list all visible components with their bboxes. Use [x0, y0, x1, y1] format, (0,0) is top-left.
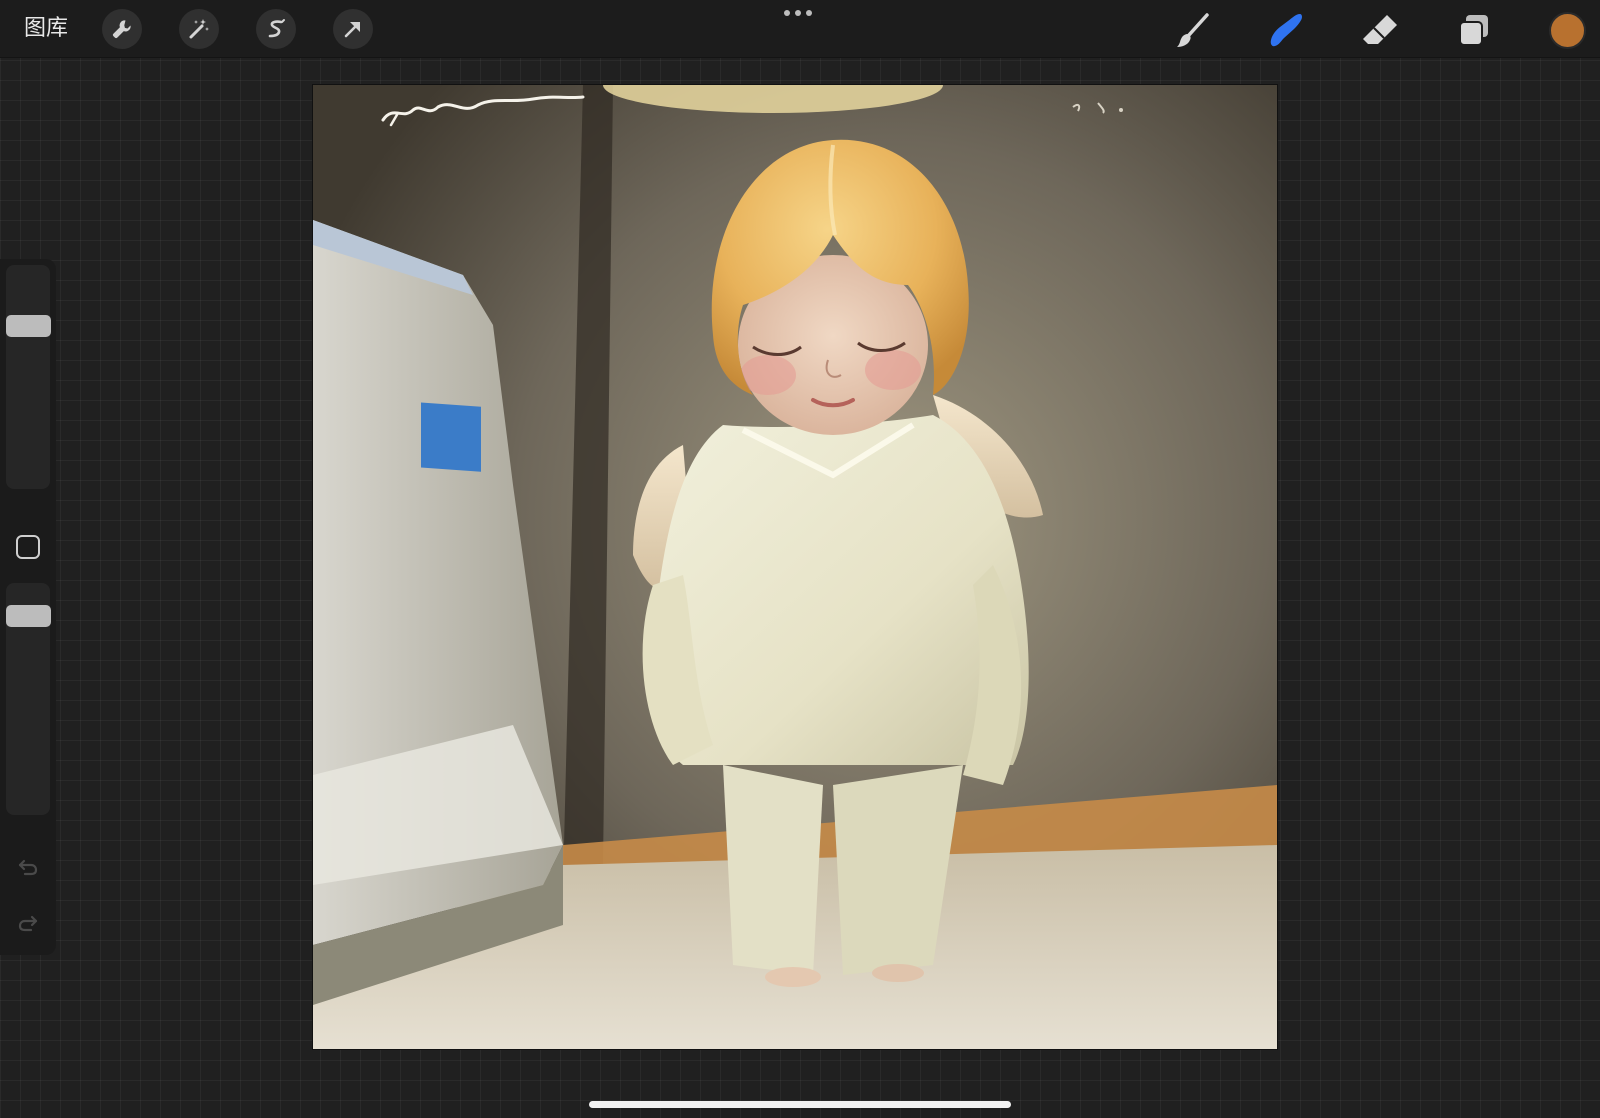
home-indicator[interactable]	[589, 1101, 1011, 1108]
brush-size-slider[interactable]	[6, 265, 50, 489]
undo-icon	[18, 859, 38, 876]
color-swatch-button[interactable]	[1549, 12, 1586, 49]
gallery-button[interactable]: 图库	[24, 14, 68, 44]
modify-button[interactable]	[16, 535, 40, 559]
left-sidebar	[0, 259, 56, 955]
redo-icon	[18, 915, 38, 932]
more-dot	[795, 10, 801, 16]
brush-size-thumb[interactable]	[6, 315, 51, 337]
eraser-icon	[1363, 15, 1397, 44]
more-dot	[806, 10, 812, 16]
selection-button[interactable]	[256, 9, 296, 49]
opacity-thumb[interactable]	[6, 605, 51, 627]
arrow-cursor-icon	[344, 22, 360, 38]
layers-button[interactable]	[1454, 10, 1494, 50]
wrench-icon	[112, 20, 131, 39]
transform-button[interactable]	[333, 9, 373, 49]
adjustments-button[interactable]	[179, 9, 219, 49]
layers-icon	[1459, 15, 1488, 46]
more-dot	[784, 10, 790, 16]
redo-button[interactable]	[13, 907, 43, 937]
brush-icon	[1177, 13, 1209, 47]
magic-wand-icon	[189, 19, 209, 39]
more-options-button[interactable]	[784, 10, 812, 16]
erase-tool-button[interactable]	[1360, 10, 1400, 50]
top-toolbar: 图库	[0, 0, 1600, 58]
undo-button[interactable]	[13, 851, 43, 881]
smudge-tool-button[interactable]	[1266, 10, 1306, 50]
selection-s-icon	[268, 19, 285, 38]
actions-button[interactable]	[102, 9, 142, 49]
drawing-canvas[interactable]	[313, 57, 1277, 1049]
paint-tool-button[interactable]	[1173, 10, 1213, 50]
smudge-finger-icon	[1270, 14, 1302, 47]
artwork-painting	[313, 57, 1277, 1049]
